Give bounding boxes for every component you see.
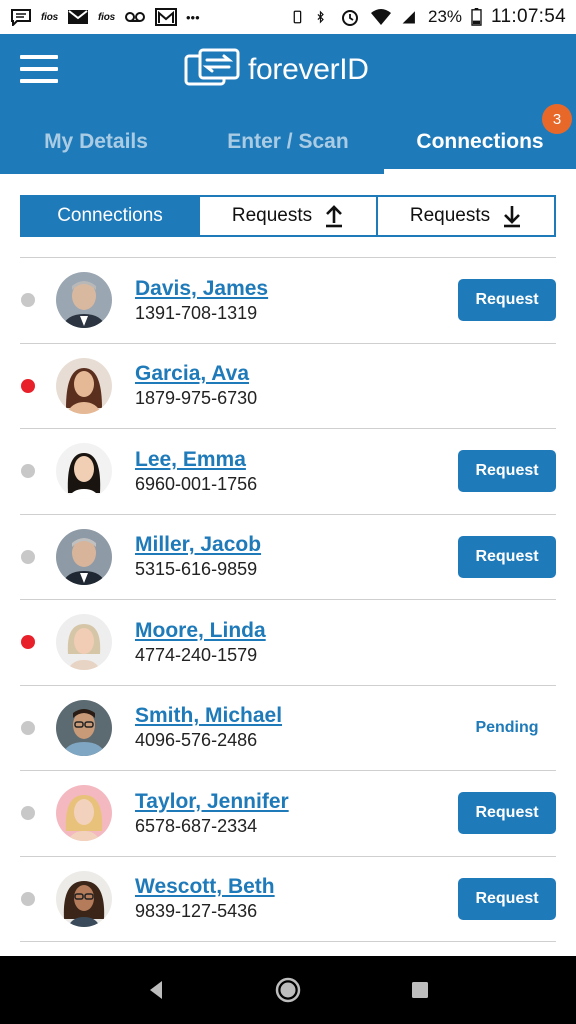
segment-requests-received[interactable]: Requests [376, 197, 554, 235]
back-icon[interactable] [136, 970, 176, 1010]
phone-icon [293, 10, 302, 24]
fios-label-2: fios [97, 11, 115, 23]
more-notifications: ••• [185, 9, 200, 25]
request-button[interactable]: Request [458, 535, 556, 578]
contact-name-link[interactable]: Garcia, Ava [135, 362, 257, 386]
avatar [56, 357, 112, 414]
avatar [56, 785, 112, 842]
list-item: Davis, James 1391-708-1319 Request [20, 258, 556, 344]
segment-requests-sent[interactable]: Requests [198, 197, 376, 235]
logo-text: foreverID [248, 53, 369, 86]
tab-label: Enter / Scan [227, 130, 349, 153]
status-dot [21, 464, 35, 479]
list-item: Smith, Michael 4096-576-2486 Pending [20, 686, 556, 771]
segment-label: Requests [231, 205, 313, 226]
avatar [56, 528, 112, 585]
signal-icon [402, 11, 415, 24]
request-button[interactable]: Request [458, 450, 556, 493]
contact-phone: 4774-240-1579 [135, 644, 258, 665]
arrow-down-icon [504, 206, 521, 228]
segment-label: Connections [57, 205, 163, 226]
list-item: Taylor, Jennifer 6578-687-2334 Request [20, 771, 556, 857]
avatar [56, 699, 112, 756]
battery-icon [471, 8, 482, 26]
list-item: Lee, Emma 6960-001-1756 Request [20, 429, 556, 515]
status-dot [21, 293, 35, 308]
tab-my-details[interactable]: My Details [0, 122, 192, 174]
alarm-icon [342, 10, 359, 26]
logo-mark-icon [184, 48, 240, 86]
notification-icons: fios fios ••• [10, 8, 200, 26]
status-dot [21, 549, 35, 564]
message-icon [11, 9, 31, 26]
home-icon[interactable] [268, 970, 308, 1010]
voicemail-icon [124, 12, 145, 22]
contact-name-link[interactable]: Taylor, Jennifer [135, 790, 289, 814]
list-item: Garcia, Ava 1879-975-6730 [20, 344, 556, 429]
status-dot [21, 720, 35, 735]
tab-label: Connections [416, 130, 544, 153]
contact-phone: 1879-975-6730 [135, 388, 258, 409]
contact-name-link[interactable]: Miller, Jacob [135, 533, 261, 557]
status-dot [21, 378, 35, 393]
list-item: Miller, Jacob 5315-616-9859 Request [20, 515, 556, 600]
bluetooth-icon [317, 10, 324, 24]
status-bar: fios fios ••• 23% 11:07:54 [0, 0, 576, 34]
mail-icon [67, 10, 88, 24]
notification-badge: 3 [542, 104, 572, 134]
menu-icon[interactable] [20, 55, 58, 83]
contact-phone: 5315-616-9859 [135, 559, 258, 580]
contact-phone: 6578-687-2334 [135, 815, 258, 836]
status-dot [21, 891, 35, 906]
clock: 11:07:54 [491, 6, 566, 27]
recents-icon[interactable] [400, 970, 440, 1010]
contact-phone: 1391-708-1319 [135, 302, 258, 323]
contact-name-link[interactable]: Smith, Michael [135, 704, 282, 728]
arrow-up-icon [326, 205, 343, 228]
contact-name-link[interactable]: Wescott, Beth [135, 875, 275, 899]
contact-name-link[interactable]: Davis, James [135, 277, 268, 301]
avatar [56, 443, 112, 500]
system-nav-bar [0, 956, 576, 1024]
contact-list: Davis, James 1391-708-1319 Request Garci… [20, 257, 556, 942]
connections-filter: Connections Requests Requests [20, 195, 556, 237]
avatar [56, 614, 112, 671]
battery-percent: 23% [428, 7, 463, 26]
contact-name-link[interactable]: Moore, Linda [135, 619, 266, 643]
avatar [56, 272, 112, 329]
fios-label: fios [41, 11, 58, 23]
avatar [56, 870, 112, 927]
request-button[interactable]: Request [458, 877, 556, 920]
request-button[interactable]: Request [458, 792, 556, 835]
tab-enter-scan[interactable]: Enter / Scan [192, 122, 384, 174]
list-item: Wescott, Beth 9839-127-5436 Request [20, 857, 556, 942]
status-dot [21, 635, 35, 650]
app-logo: foreverID [184, 48, 369, 92]
main-tabs: My Details Enter / Scan Connections 3 [0, 104, 576, 174]
segment-connections[interactable]: Connections [22, 197, 198, 235]
contact-name-link[interactable]: Lee, Emma [135, 448, 257, 472]
contact-phone: 9839-127-5436 [135, 901, 258, 922]
app-header: foreverID My Details Enter / Scan Connec… [0, 34, 576, 174]
gmail-icon [154, 8, 177, 26]
segment-label: Requests [409, 205, 491, 226]
status-dot [21, 806, 35, 821]
wifi-icon [371, 9, 392, 25]
tab-label: My Details [44, 130, 148, 153]
tab-connections[interactable]: Connections 3 [384, 104, 576, 174]
request-button[interactable]: Request [458, 279, 556, 322]
contact-phone: 6960-001-1756 [135, 473, 258, 494]
pending-status: Pending [475, 718, 539, 736]
system-icons: 23% 11:07:54 [293, 6, 566, 28]
list-item: Moore, Linda 4774-240-1579 [20, 600, 556, 686]
contact-phone: 4096-576-2486 [135, 730, 258, 751]
